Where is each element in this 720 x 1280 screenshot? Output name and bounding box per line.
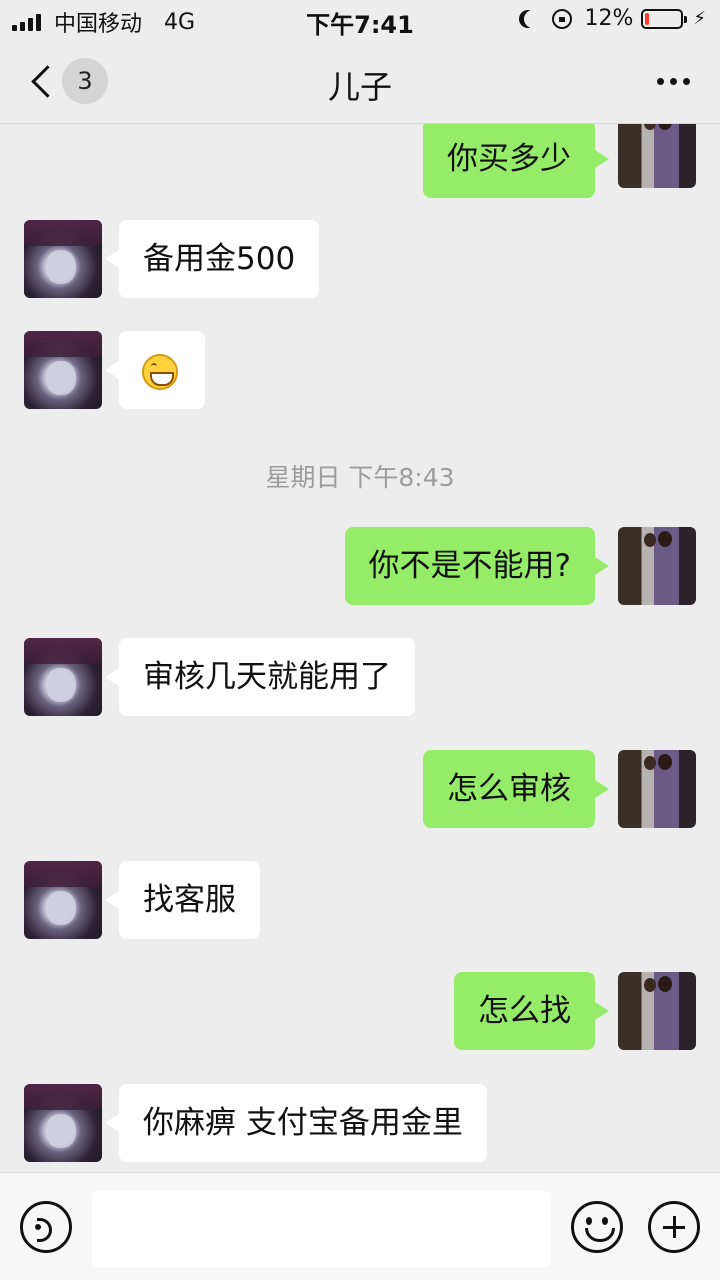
more-dots-icon[interactable] <box>651 78 690 85</box>
timestamp: 星期日 下午8:43 <box>265 463 455 492</box>
status-bar: 中国移动 4G 下午7:41 12% ⚡ <box>0 0 720 40</box>
incoming-message[interactable] <box>105 331 205 409</box>
battery-percent: 12% <box>584 6 634 31</box>
incoming-message[interactable]: 审核几天就能用了 <box>105 638 415 716</box>
message-input[interactable] <box>92 1191 551 1267</box>
chat-area[interactable]: 你买多少 备用金500 星期日 下午8:43 你不是不能用? 审核几天就能用了 … <box>0 124 720 1172</box>
contact-avatar[interactable] <box>24 1084 102 1162</box>
chat-title: 儿子 <box>327 68 392 106</box>
moon-icon <box>524 10 542 28</box>
my-avatar[interactable] <box>618 527 696 605</box>
outgoing-message[interactable]: 你买多少 <box>423 124 609 198</box>
rotation-lock-icon <box>552 8 573 29</box>
grin-emoji-icon <box>142 353 178 390</box>
my-avatar[interactable] <box>618 972 696 1050</box>
charging-icon: ⚡ <box>693 8 706 29</box>
contact-avatar[interactable] <box>24 861 102 939</box>
outgoing-message[interactable]: 怎么审核 <box>423 750 609 828</box>
battery-level <box>645 12 650 25</box>
contact-avatar[interactable] <box>24 220 102 298</box>
input-bar <box>0 1172 720 1280</box>
my-avatar[interactable] <box>618 124 696 188</box>
plus-icon[interactable] <box>648 1201 700 1253</box>
contact-avatar[interactable] <box>24 331 102 409</box>
status-right: 12% ⚡ <box>518 6 706 31</box>
battery-icon <box>641 8 688 29</box>
emoji-icon[interactable] <box>571 1201 623 1253</box>
my-avatar[interactable] <box>618 750 696 828</box>
incoming-message[interactable]: 找客服 <box>105 861 260 939</box>
incoming-message[interactable]: 你麻痹 支付宝备用金里 <box>105 1084 487 1162</box>
outgoing-message[interactable]: 怎么找 <box>454 972 609 1050</box>
incoming-message[interactable]: 备用金500 <box>104 220 320 298</box>
voice-icon[interactable] <box>20 1201 72 1253</box>
contact-avatar[interactable] <box>24 638 102 716</box>
outgoing-message[interactable]: 你不是不能用? <box>344 527 610 605</box>
nav-bar: 3 儿子 <box>0 40 720 124</box>
